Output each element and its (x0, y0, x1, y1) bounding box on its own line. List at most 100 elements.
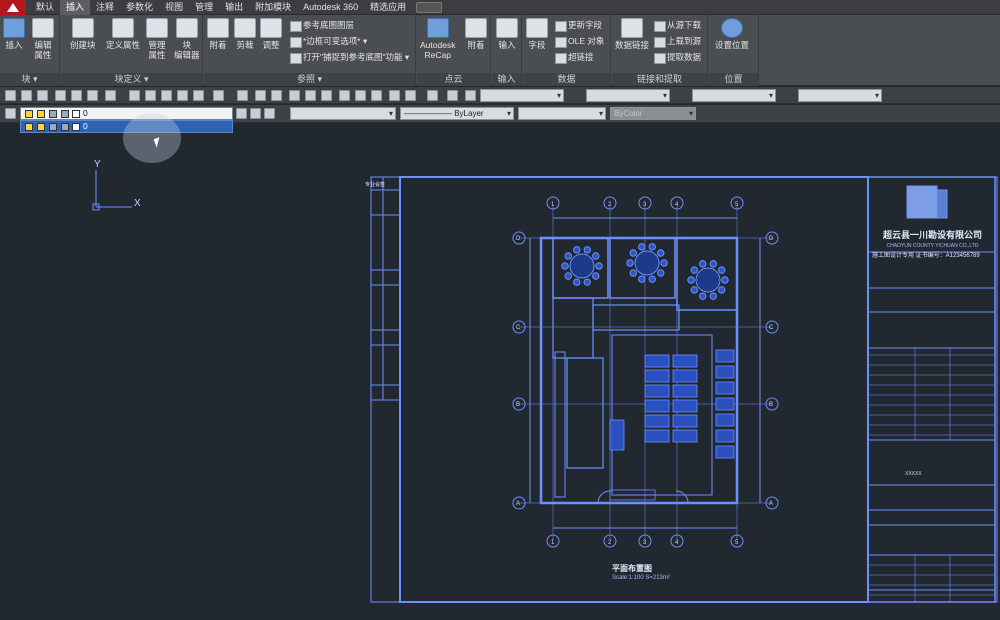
attach-button[interactable]: 附着 (207, 18, 229, 50)
toolbar-tool-6-icon[interactable] (105, 90, 116, 101)
create-block-button[interactable]: 创建块 (70, 18, 96, 50)
toolbar-tool-11-icon[interactable] (193, 90, 204, 101)
chair-2-0 (721, 276, 729, 284)
frame-options-dropdown[interactable]: *边框可变选项* ▾ (288, 35, 367, 48)
adjust-button[interactable]: 调整 (260, 18, 282, 50)
toolbar-tool-12-icon[interactable] (213, 90, 224, 101)
snap-underlay-dropdown[interactable]: 打开"捕捉到参考底图"功能 ▾ (288, 51, 409, 64)
toolbar-tool-22-icon[interactable] (389, 90, 400, 101)
make-current-icon[interactable] (236, 108, 247, 119)
lineweight-combo[interactable] (518, 107, 606, 120)
titleblock-company: 超云县一川勘设有限公司 (882, 230, 982, 240)
toolbar-tool-3-icon[interactable] (55, 90, 66, 101)
data-link-icon (621, 18, 643, 38)
block-editor-button[interactable]: 块 编辑器 (174, 18, 200, 60)
toolbar-tool-10-icon[interactable] (177, 90, 188, 101)
toolbar-tool-20-icon[interactable] (355, 90, 366, 101)
panel-block-title[interactable]: 块 ▾ (0, 73, 59, 86)
multileader-style-combo[interactable] (798, 89, 882, 102)
toolbar-tool-16-icon[interactable] (289, 90, 300, 101)
desk-right-1 (715, 365, 735, 379)
grid-label-right-0: D (769, 236, 774, 242)
ribbon-tabbar: 默认 插入 注释 参数化 视图 管理 输出 附加模块 Autodesk 360 精选应用 (0, 0, 1000, 15)
chair-2-4 (690, 286, 698, 294)
set-location-button[interactable]: 设置位置 (715, 18, 749, 50)
toolbar-tool-26-icon[interactable] (465, 90, 476, 101)
toolbar-tool-25-icon[interactable] (447, 90, 458, 101)
toolbar-tool-17-icon[interactable] (305, 90, 316, 101)
panel-reference-title[interactable]: 参照 ▾ (204, 73, 415, 86)
tab-5[interactable]: 管理 (189, 0, 219, 15)
layer-properties-icon[interactable] (5, 108, 16, 119)
manage-attribute-button[interactable]: 管理 属性 (146, 18, 168, 60)
tab-6[interactable]: 输出 (219, 0, 249, 15)
field-icon (526, 18, 548, 38)
field-button[interactable]: 字段 (526, 18, 548, 50)
text-style-combo[interactable] (480, 89, 564, 102)
layer-dropdown[interactable]: 0 (20, 107, 233, 120)
door-arc-2 (675, 490, 689, 504)
upload-to-source-button[interactable]: 上载到源 (652, 35, 701, 48)
toolbar-tool-2-icon[interactable] (37, 90, 48, 101)
linetype-combo[interactable]: —————— ByLayer (400, 107, 514, 120)
underlay-layers-button[interactable]: 参考底图图层 (288, 19, 354, 32)
recap-label: Autodesk ReCap (420, 40, 456, 60)
tab-9[interactable]: 精选应用 (364, 0, 412, 15)
toolbar-tool-0-icon[interactable] (5, 90, 16, 101)
define-attribute-button[interactable]: 定义属性 (106, 18, 140, 50)
tab-overflow-button[interactable] (416, 2, 443, 13)
standard-toolbar (0, 87, 1000, 104)
toolbar-tool-23-icon[interactable] (405, 90, 416, 101)
grid-label-bottom-1: 2 (608, 540, 612, 546)
recap-icon (426, 18, 449, 38)
recap-button[interactable]: Autodesk ReCap (420, 18, 455, 60)
grid-label-bottom-3: 4 (675, 540, 679, 546)
toolbar-tool-5-icon[interactable] (87, 90, 98, 101)
app-menu-icon[interactable] (0, 0, 26, 15)
toolbar-tool-13-icon[interactable] (237, 90, 248, 101)
countersign-label: 专业会签 (365, 182, 386, 188)
tab-2[interactable]: 注释 (90, 0, 120, 15)
ole-object-button[interactable]: OLE 对象 (553, 35, 604, 48)
insert-button[interactable]: 插入 (3, 18, 25, 50)
toolbar-tool-19-icon[interactable] (339, 90, 350, 101)
toolbar-tool-21-icon[interactable] (371, 90, 382, 101)
hyperlink-button[interactable]: 超链接 (553, 51, 594, 64)
drawing-canvas[interactable]: YXXXXXX1122334455D DC CB BA A (0, 124, 1000, 620)
table-style-combo[interactable] (692, 89, 776, 102)
toolbar-tool-8-icon[interactable] (145, 90, 156, 101)
toolbar-tool-18-icon[interactable] (321, 90, 332, 101)
grid-label-left-3: A (516, 501, 520, 507)
color-combo[interactable] (290, 107, 396, 120)
tab-8[interactable]: Autodesk 360 (297, 0, 364, 15)
toolbar-tool-9-icon[interactable] (161, 90, 172, 101)
tab-4[interactable]: 视图 (159, 0, 189, 15)
toolbar-tool-7-icon[interactable] (129, 90, 140, 101)
layer-previous-icon[interactable] (250, 108, 261, 119)
desk-right-2 (715, 381, 735, 395)
tab-1[interactable]: 插入 (60, 0, 91, 15)
edit-attribute-button[interactable]: 编辑 属性 (32, 18, 54, 60)
toolbar-tool-1-icon[interactable] (21, 90, 32, 101)
chair-2-7 (699, 260, 707, 268)
pointcloud-attach-button[interactable]: 附着 (465, 18, 487, 50)
extract-data-button[interactable]: 提取数据 (652, 51, 701, 64)
toolbar-tool-14-icon[interactable] (255, 90, 266, 101)
data-link-button[interactable]: 数据链接 (615, 18, 649, 50)
panel-block-definition-title[interactable]: 块定义 ▾ (61, 73, 202, 86)
toolbar-tool-15-icon[interactable] (271, 90, 282, 101)
adjust-label: 调整 (262, 40, 280, 50)
tab-3[interactable]: 参数化 (120, 0, 159, 15)
update-fields-button[interactable]: 更新字段 (553, 19, 602, 32)
tab-0[interactable]: 默认 (30, 0, 60, 15)
tab-7[interactable]: 附加模块 (249, 0, 297, 15)
autocad-window: 默认 插入 注释 参数化 视图 管理 输出 附加模块 Autodesk 360 精选应用 插入 编… (0, 0, 1000, 620)
download-from-source-button[interactable]: 从源下载 (652, 19, 701, 32)
clip-button[interactable]: 剪裁 (234, 18, 256, 50)
dim-style-combo[interactable] (586, 89, 670, 102)
toolbar-tool-24-icon[interactable] (427, 90, 438, 101)
layer-state-icon[interactable] (264, 108, 275, 119)
attach-label: 附着 (209, 40, 227, 50)
toolbar-tool-4-icon[interactable] (71, 90, 82, 101)
import-button[interactable]: 输入 (496, 18, 518, 50)
